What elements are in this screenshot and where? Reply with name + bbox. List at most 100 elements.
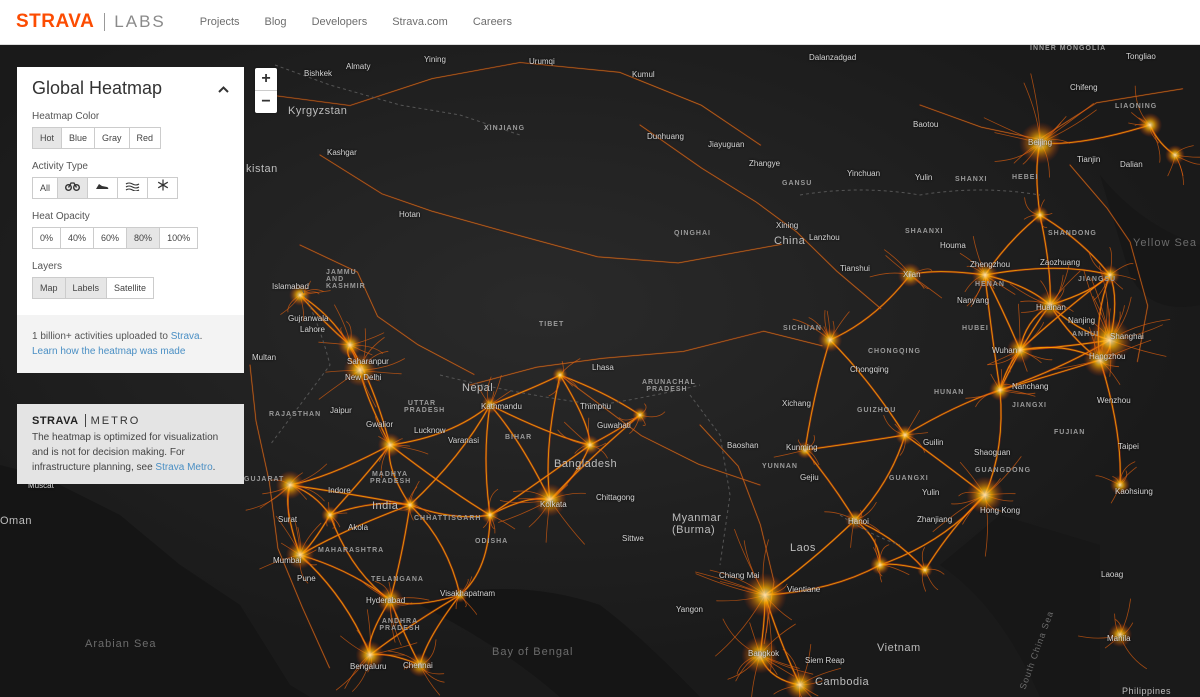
strava-metro-link[interactable]: Strava Metro	[155, 462, 212, 473]
heat-hotspot	[343, 353, 377, 387]
strava-labs-logo[interactable]: STRAVA LABS	[16, 0, 166, 45]
strava-link[interactable]: Strava	[171, 331, 200, 342]
metro-period: .	[212, 462, 216, 473]
metro-disclaimer: The heatmap is optimized for visualizati…	[32, 430, 229, 475]
heat-hotspot	[376, 586, 404, 614]
strava-metro-logo: STRAVA METRO	[32, 414, 229, 427]
swim-icon[interactable]	[117, 177, 149, 199]
opacity-option-0[interactable]: 0%	[32, 227, 62, 249]
heat-hotspot	[1107, 622, 1133, 648]
activity-count-text: 1 billion+ activities uploaded to	[32, 331, 171, 342]
metro-brand: STRAVA	[32, 414, 79, 427]
heatmap-color-group: Hot Blue Gray Red	[32, 127, 229, 149]
heat-hotspot	[796, 441, 814, 459]
heat-hotspot	[817, 327, 843, 353]
heat-opacity-group: 0% 40% 60% 80% 100%	[32, 227, 229, 249]
zoom-control: + −	[255, 68, 277, 113]
heat-hotspot	[1110, 475, 1130, 495]
heat-hotspot	[1019, 122, 1061, 164]
heat-hotspot	[1165, 145, 1185, 165]
nav-link-careers[interactable]: Careers	[473, 16, 512, 28]
opacity-option-100[interactable]: 100%	[159, 227, 199, 249]
nav-link-projects[interactable]: Projects	[200, 16, 240, 28]
panel-footer: 1 billion+ activities uploaded to Strava…	[17, 315, 244, 373]
color-option-red[interactable]: Red	[128, 127, 162, 149]
heat-hotspot	[377, 432, 403, 458]
heat-hotspot	[1035, 290, 1065, 320]
panel-title: Global Heatmap	[32, 78, 163, 98]
heat-hotspot	[870, 555, 890, 575]
metro-sub: METRO	[90, 414, 141, 427]
heat-hotspot	[285, 540, 315, 570]
heat-hotspot	[1031, 206, 1049, 224]
heat-hotspot	[407, 652, 433, 678]
nav-link-strava-com[interactable]: Strava.com	[392, 16, 448, 28]
color-option-gray[interactable]: Gray	[94, 127, 130, 149]
nav-link-blog[interactable]: Blog	[265, 16, 287, 28]
opacity-option-80[interactable]: 80%	[126, 227, 161, 249]
zoom-in-button[interactable]: +	[255, 68, 277, 90]
heat-hotspot	[401, 496, 419, 514]
strava-metro-notice: STRAVA METRO The heatmap is optimized fo…	[17, 404, 244, 484]
opacity-option-60[interactable]: 60%	[93, 227, 128, 249]
color-option-hot[interactable]: Hot	[32, 127, 63, 149]
heat-hotspot	[1083, 343, 1117, 377]
heatmap-info-link[interactable]: Learn how the heatmap was made	[32, 346, 185, 357]
footer-period: .	[199, 331, 203, 342]
heat-hotspot	[355, 640, 385, 670]
zoom-out-button[interactable]: −	[255, 90, 277, 113]
heat-hotspot	[895, 425, 915, 445]
activity-type-section: Activity Type All	[17, 161, 244, 199]
heat-hotspot	[971, 261, 999, 289]
heat-hotspot	[552, 367, 568, 383]
panel-header[interactable]: Global Heatmap	[17, 67, 244, 99]
brand-name: STRAVA	[16, 11, 95, 32]
opacity-option-40[interactable]: 40%	[60, 227, 95, 249]
heat-hotspot	[321, 506, 339, 524]
layer-option-satellite[interactable]: Satellite	[106, 277, 155, 299]
heat-hotspot	[533, 483, 567, 517]
brand-sub: LABS	[114, 12, 166, 31]
bike-icon[interactable]	[57, 177, 89, 199]
winter-icon[interactable]	[147, 177, 179, 199]
activity-option-all[interactable]: All	[32, 177, 59, 199]
heat-hotspot	[632, 407, 648, 423]
nav-link-developers[interactable]: Developers	[312, 16, 368, 28]
heat-hotspot	[743, 573, 787, 617]
heat-hotspot	[1100, 265, 1120, 285]
section-label: Heatmap Color	[32, 111, 100, 122]
heatmap-control-panel: Global Heatmap Heatmap Color Hot Blue Gr…	[17, 67, 244, 373]
heatmap-color-section: Heatmap Color Hot Blue Gray Red	[17, 111, 244, 149]
section-label: Activity Type	[32, 161, 88, 172]
heat-hotspot	[917, 562, 933, 578]
heat-hotspot	[289, 284, 311, 306]
nav-links: Projects Blog Developers Strava.com Care…	[200, 16, 537, 28]
heat-hotspot	[337, 332, 363, 358]
metro-divider	[84, 414, 86, 427]
brand-divider	[104, 13, 106, 31]
heat-hotspot	[580, 435, 600, 455]
heat-hotspot	[1006, 336, 1034, 364]
top-nav-bar: STRAVA LABS Projects Blog Developers Str…	[0, 0, 1200, 45]
section-label: Layers	[32, 261, 63, 272]
heat-hotspot	[452, 587, 468, 603]
heat-hotspot	[1137, 112, 1163, 138]
layers-group: Map Labels Satellite	[32, 277, 229, 299]
layer-option-labels[interactable]: Labels	[64, 277, 108, 299]
heat-hotspot	[845, 510, 865, 530]
heat-hotspot	[897, 262, 923, 288]
chevron-up-icon[interactable]	[218, 82, 229, 96]
heat-hotspot	[481, 506, 499, 524]
activity-type-group: All	[32, 177, 229, 199]
layers-section: Layers Map Labels Satellite	[17, 261, 244, 299]
heat-hotspot	[741, 636, 779, 674]
heat-hotspot	[275, 470, 305, 500]
run-icon[interactable]	[87, 177, 119, 199]
heat-hotspot	[989, 379, 1011, 401]
section-label: Heat Opacity	[32, 211, 90, 222]
layer-option-map[interactable]: Map	[32, 277, 66, 299]
heat-hotspot	[966, 476, 1004, 514]
color-option-blue[interactable]: Blue	[61, 127, 96, 149]
heat-opacity-section: Heat Opacity 0% 40% 60% 80% 100%	[17, 211, 244, 249]
heat-hotspot	[481, 396, 499, 414]
